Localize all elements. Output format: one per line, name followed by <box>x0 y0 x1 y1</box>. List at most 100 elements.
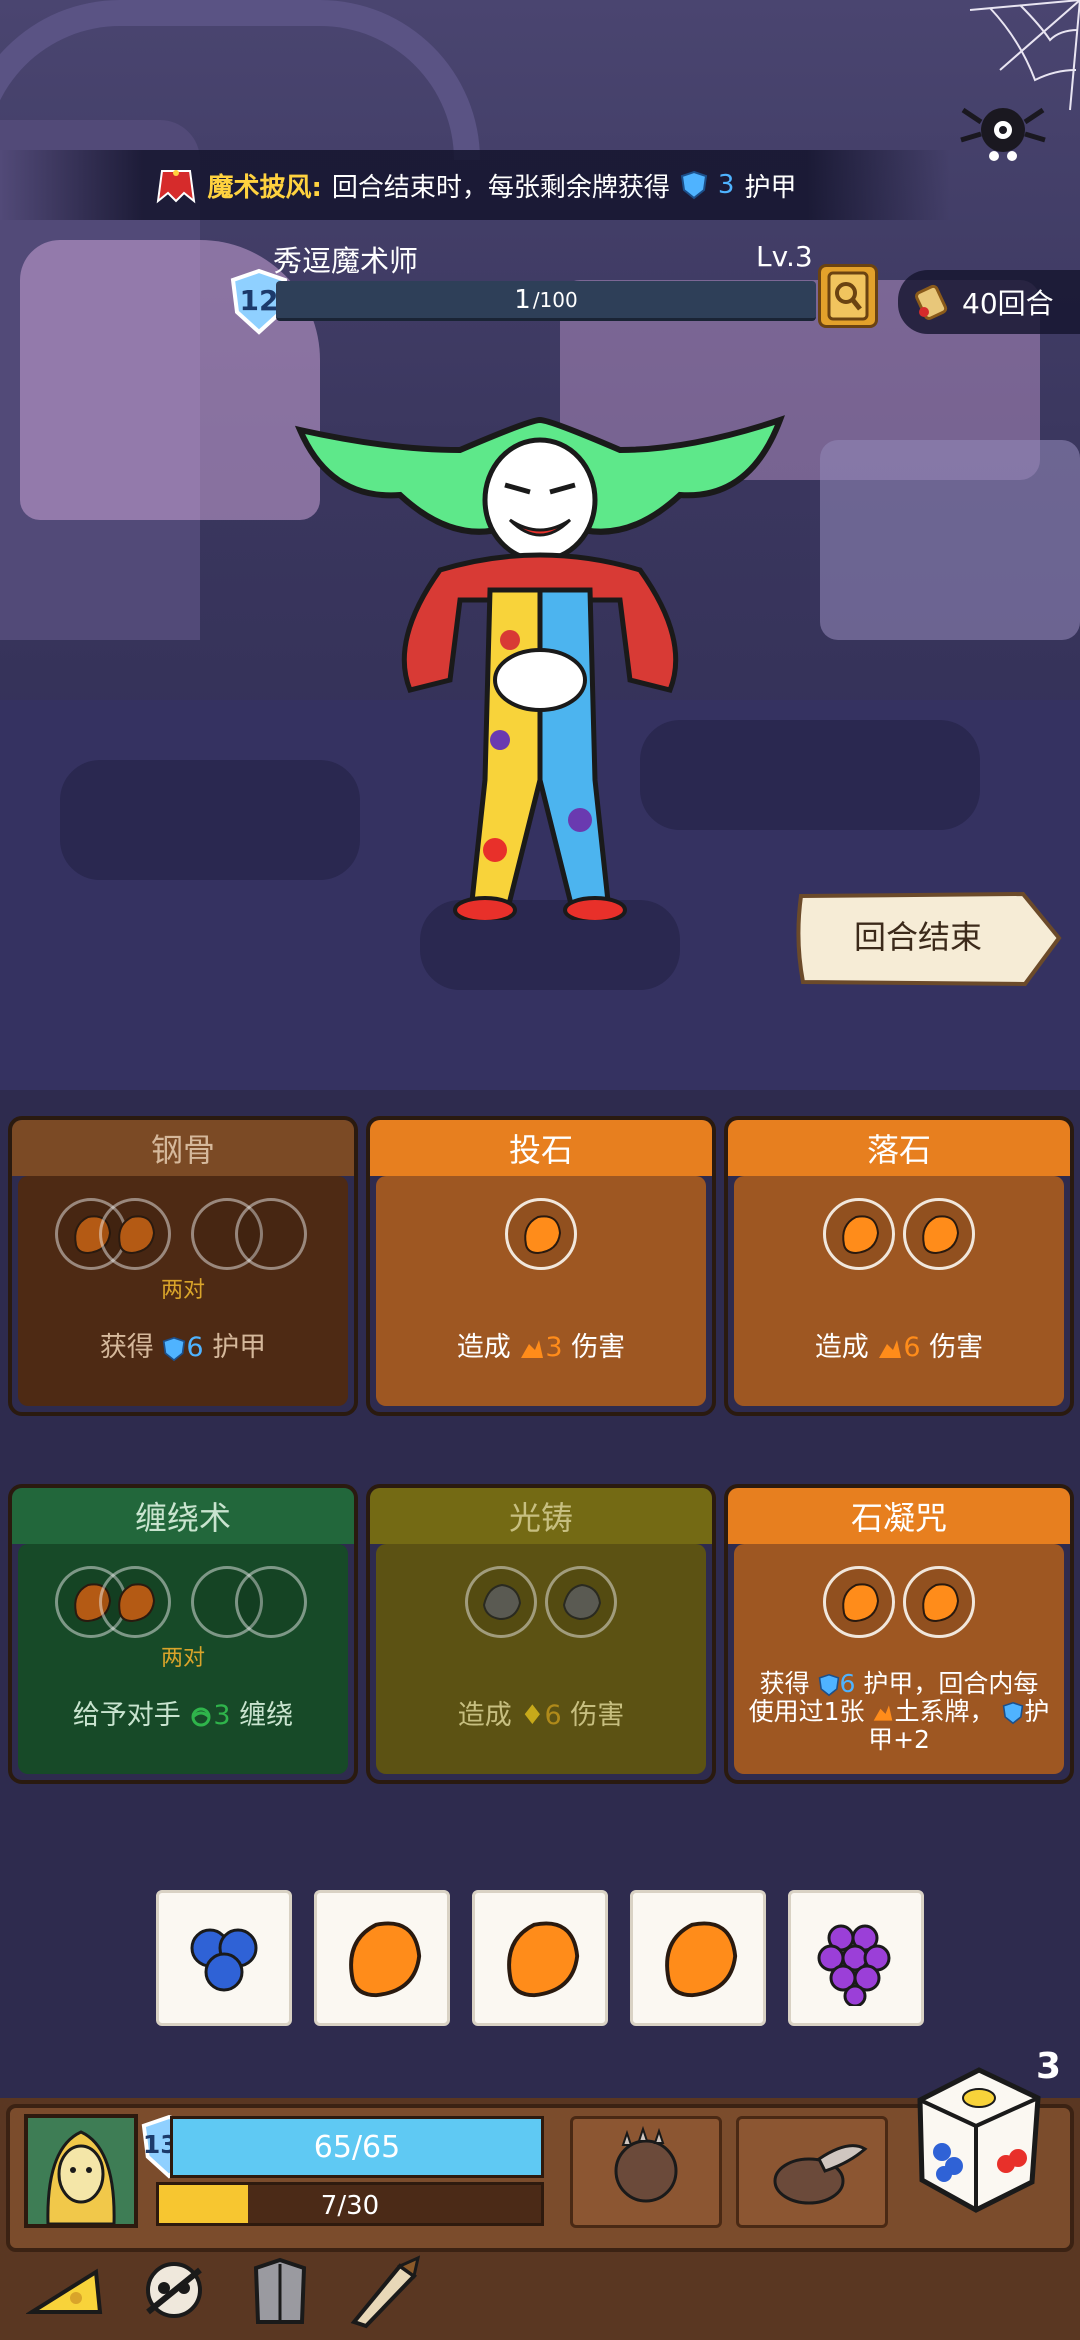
card-title: 落石 <box>728 1120 1070 1176</box>
effect-line-1: 获得 6 护甲，回合内每 <box>744 1670 1054 1698</box>
card-body: 造成 ♦6 伤害 <box>376 1544 706 1774</box>
lemon-icon <box>482 1583 522 1621</box>
effect-line-3: 甲+2 <box>868 1725 930 1754</box>
card-entangle[interactable]: 缠绕术 两对 给予对手 3 缠绕 <box>8 1484 358 1784</box>
player-xp-text: 7/30 <box>320 2191 380 2221</box>
card-stone-curse[interactable]: 石凝咒 获得 6 护甲，回合内每 使用过1张 土系牌， 护 甲+2 <box>724 1484 1074 1784</box>
dice-slot <box>505 1198 577 1270</box>
card-light-forge[interactable]: 光铸 造成 ♦6 伤害 <box>366 1484 716 1784</box>
round-counter: 40回合 <box>898 270 1080 334</box>
effect-prefix: 给予对手 <box>72 1700 181 1731</box>
dice-slot <box>545 1566 617 1638</box>
orange-icon <box>842 1583 880 1623</box>
effect-prefix: 使用过1张 <box>748 1697 865 1726</box>
effect-value: 6 <box>839 1669 856 1698</box>
card-body: 获得 6 护甲，回合内每 使用过1张 土系牌， 护 甲+2 <box>734 1544 1064 1774</box>
die-orange[interactable] <box>630 1890 766 2026</box>
scroll-icon <box>915 284 948 320</box>
orange-icon <box>507 1921 580 1998</box>
armor-shield-icon <box>1003 1701 1024 1725</box>
effect-value: 6 <box>544 1700 562 1731</box>
effect-suffix: 护 <box>1024 1697 1050 1726</box>
card-title: 缠绕术 <box>12 1488 354 1544</box>
die-orange[interactable] <box>472 1890 608 2026</box>
settings-spider-icon[interactable] <box>958 92 1048 172</box>
dice-slot <box>465 1566 537 1638</box>
card-effect: 造成 6 伤害 <box>744 1332 1054 1364</box>
relic-name: 魔术披风: <box>207 172 322 203</box>
lemon-icon <box>562 1583 602 1621</box>
orange-icon <box>665 1921 738 1998</box>
vine-icon <box>191 1707 211 1726</box>
earth-damage-icon <box>874 1705 893 1721</box>
clown-magician-enemy[interactable] <box>290 380 790 920</box>
dice-slot-pair <box>191 1566 311 1638</box>
skill-punch-slot[interactable] <box>570 2116 722 2228</box>
card-falling-rock[interactable]: 落石 造成 6 伤害 <box>724 1116 1074 1416</box>
die-grape[interactable] <box>788 1890 924 2026</box>
relic-banner[interactable]: 魔术披风: 回合结束时，每张剩余牌获得 3 护甲 <box>0 150 950 220</box>
card-throw-stone[interactable]: 投石 造成 3 伤害 <box>366 1116 716 1416</box>
relic-armor-value: 3 <box>717 170 735 200</box>
orange-icon <box>349 1921 422 1998</box>
pair-requirement-label: 两对 <box>160 1646 205 1671</box>
dice-slot <box>235 1198 307 1270</box>
effect-suffix: 伤害 <box>570 1700 625 1731</box>
dice-slot <box>99 1566 171 1638</box>
orange-icon <box>922 1583 960 1623</box>
armor-shield-icon <box>680 170 708 200</box>
dice-slot <box>903 1198 975 1270</box>
card-effect: 给予对手 3 缠绕 <box>28 1700 338 1732</box>
enemy-hp-bar: 1 /100 <box>276 281 816 321</box>
dice-slot <box>903 1566 975 1638</box>
effect-value: 3 <box>545 1332 563 1363</box>
die-orange[interactable] <box>314 1890 450 2026</box>
enemy-hp-max: /100 <box>532 287 578 312</box>
magic-cape-icon <box>156 170 195 204</box>
die-blueberry[interactable] <box>156 1890 292 2026</box>
cheese-icon[interactable] <box>26 2252 106 2332</box>
effect-suffix: 土系牌， <box>894 1697 995 1726</box>
player-hp-bar: 65/65 <box>170 2116 544 2178</box>
effect-prefix: 造成 <box>457 1700 512 1731</box>
dice-slot-pair <box>191 1198 311 1270</box>
orange-icon <box>842 1215 880 1255</box>
armor-shield-icon <box>818 1673 839 1697</box>
reroll-dice-button[interactable] <box>914 2064 1044 2214</box>
effect-suffix: 护甲 <box>212 1332 267 1363</box>
skill-boulder-slot[interactable] <box>736 2116 888 2228</box>
earth-damage-icon <box>521 1339 544 1358</box>
card-title: 光铸 <box>370 1488 712 1544</box>
dice-slot-pair <box>55 1198 175 1270</box>
enemy-name: 秀逗魔术师 <box>273 244 419 278</box>
card-steel-bone[interactable]: 钢骨 两对 获得 6 护甲 <box>8 1116 358 1416</box>
effect-prefix: 获得 <box>99 1332 154 1363</box>
enemy-level: Lv.3 <box>756 240 813 273</box>
effect-value: 6 <box>186 1332 204 1363</box>
card-title: 投石 <box>370 1120 712 1176</box>
grape-icon <box>817 1924 891 2006</box>
effect-suffix: 缠绕 <box>239 1700 294 1731</box>
dice-slot <box>235 1566 307 1638</box>
orange-icon <box>118 1583 156 1623</box>
player-portrait[interactable] <box>24 2114 138 2228</box>
card-body: 两对 给予对手 3 缠绕 <box>18 1544 348 1774</box>
end-turn-label[interactable]: 回合结束 <box>793 912 1043 958</box>
rock-smash-icon <box>773 2144 868 2205</box>
horn-icon[interactable] <box>344 2252 424 2332</box>
avatar <box>28 2118 134 2226</box>
card-body: 两对 获得 6 护甲 <box>18 1176 348 1406</box>
round-label: 40回合 <box>962 287 1054 320</box>
orange-icon <box>524 1215 562 1255</box>
enemy-hp-current: 1 <box>514 284 531 315</box>
armor-icon[interactable] <box>240 2252 320 2332</box>
effect-prefix: 造成 <box>456 1332 511 1363</box>
skull-icon[interactable] <box>134 2252 214 2332</box>
player-xp-bar: 7/30 <box>156 2182 544 2226</box>
inspect-enemy-button[interactable] <box>818 264 878 328</box>
dice-slot <box>823 1198 895 1270</box>
background-stairs <box>820 440 1080 640</box>
spiked-fist-icon <box>614 2125 678 2203</box>
effect-line-2: 使用过1张 土系牌， 护 <box>744 1698 1054 1726</box>
card-title: 钢骨 <box>12 1120 354 1176</box>
